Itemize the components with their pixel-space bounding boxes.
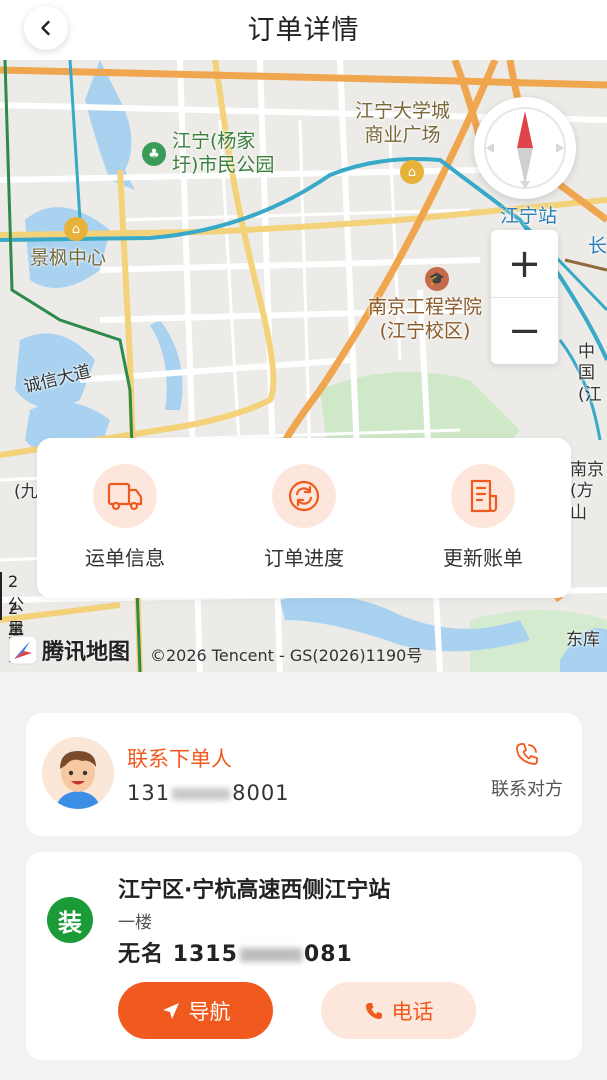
phone-suffix: 8001 bbox=[232, 781, 290, 805]
navigate-button[interactable]: 导航 bbox=[118, 982, 273, 1039]
school-pin-icon[interactable]: 🎓 bbox=[425, 267, 449, 291]
contact-other-button[interactable]: 联系对方 bbox=[484, 741, 570, 801]
waybill-info-button[interactable]: 运单信息 bbox=[55, 464, 195, 571]
map-label-nanjing-engineering[interactable]: 南京工程学院 (江宁校区) bbox=[368, 296, 482, 344]
map-brand: 腾讯地图 bbox=[8, 634, 130, 666]
update-bill-label: 更新账单 bbox=[443, 546, 523, 570]
park-pin-icon[interactable]: ♣ bbox=[142, 142, 166, 166]
refresh-icon bbox=[288, 480, 320, 512]
navigation-arrow-icon bbox=[162, 1002, 179, 1019]
phone-icon bbox=[516, 743, 538, 765]
map-label-jiangning-station[interactable]: 江宁站 bbox=[500, 205, 557, 229]
phone-icon bbox=[365, 1002, 382, 1019]
map-label-partial-chang[interactable]: 长 bbox=[588, 235, 607, 259]
map-label-partial-dongku[interactable]: 东库 bbox=[566, 630, 600, 651]
phone-prefix: 131 bbox=[127, 781, 171, 805]
map-copyright: ©2026 Tencent - GS(2026)1190号 bbox=[150, 646, 423, 665]
truck-icon bbox=[107, 482, 143, 511]
header-bar: 订单详情 bbox=[0, 0, 607, 60]
call-button[interactable]: 电话 bbox=[321, 982, 476, 1039]
compass-icon bbox=[484, 107, 566, 189]
map-view[interactable]: ♣ 江宁(杨家 圩)市民公园 ⌂ 江宁大学城 商业广场 ⌂ 景枫中心 江宁站 🎓… bbox=[0, 60, 607, 672]
address-phone-mask bbox=[239, 948, 302, 962]
tencent-map-logo-icon bbox=[8, 635, 38, 665]
compass-button[interactable] bbox=[474, 97, 576, 199]
mall-pin-icon[interactable]: ⌂ bbox=[64, 217, 88, 241]
map-label-jingfeng-center[interactable]: 景枫中心 bbox=[30, 247, 106, 271]
zoom-in-button[interactable]: + bbox=[491, 230, 558, 297]
waybill-info-label: 运单信息 bbox=[85, 546, 165, 570]
contact-title: 联系下单人 bbox=[127, 747, 232, 771]
call-label: 电话 bbox=[391, 999, 434, 1024]
address-contact: 无名 1315 081 bbox=[118, 936, 353, 968]
mall-pin-icon[interactable]: ⌂ bbox=[400, 160, 424, 184]
map-label-partial-nanjing[interactable]: 南京 (方山 bbox=[570, 460, 607, 524]
phone-mask bbox=[172, 788, 231, 800]
map-label-partial-zhong[interactable]: 中国 (江 bbox=[578, 342, 607, 406]
user-avatar-icon bbox=[42, 737, 114, 809]
address-floor: 一楼 bbox=[118, 913, 152, 933]
contact-card: 联系下单人 131 8001 联系对方 bbox=[26, 713, 582, 836]
order-progress-button[interactable]: 订单进度 bbox=[234, 464, 374, 571]
zoom-out-button[interactable]: − bbox=[491, 297, 558, 364]
address-phone-prefix: 1315 bbox=[172, 942, 238, 967]
navigate-label: 导航 bbox=[188, 999, 231, 1024]
loading-badge: 装 bbox=[47, 897, 93, 943]
map-label-university-plaza[interactable]: 江宁大学城 商业广场 bbox=[355, 100, 450, 148]
zoom-control: + − bbox=[491, 230, 558, 364]
address-phone-suffix: 081 bbox=[303, 942, 353, 967]
map-label-jiangning-park[interactable]: 江宁(杨家 圩)市民公园 bbox=[172, 130, 274, 178]
order-actions-card: 运单信息 订单进度 更新账单 bbox=[37, 438, 571, 598]
map-label-partial-left[interactable]: (九 bbox=[14, 482, 38, 503]
page-title: 订单详情 bbox=[247, 15, 360, 46]
update-bill-button[interactable]: 更新账单 bbox=[413, 464, 553, 571]
contact-other-label: 联系对方 bbox=[491, 779, 563, 800]
contact-phone: 131 8001 bbox=[127, 781, 290, 805]
address-contact-name: 无名 bbox=[118, 942, 165, 967]
order-progress-label: 订单进度 bbox=[264, 546, 344, 570]
address-card: 装 江宁区·宁杭高速西侧江宁站 一楼 无名 1315 081 导航 电话 bbox=[26, 852, 582, 1060]
map-brand-name: 腾讯地图 bbox=[42, 640, 131, 665]
address-title: 江宁区·宁杭高速西侧江宁站 bbox=[118, 878, 391, 903]
bill-icon bbox=[470, 479, 498, 513]
avatar bbox=[42, 737, 114, 809]
